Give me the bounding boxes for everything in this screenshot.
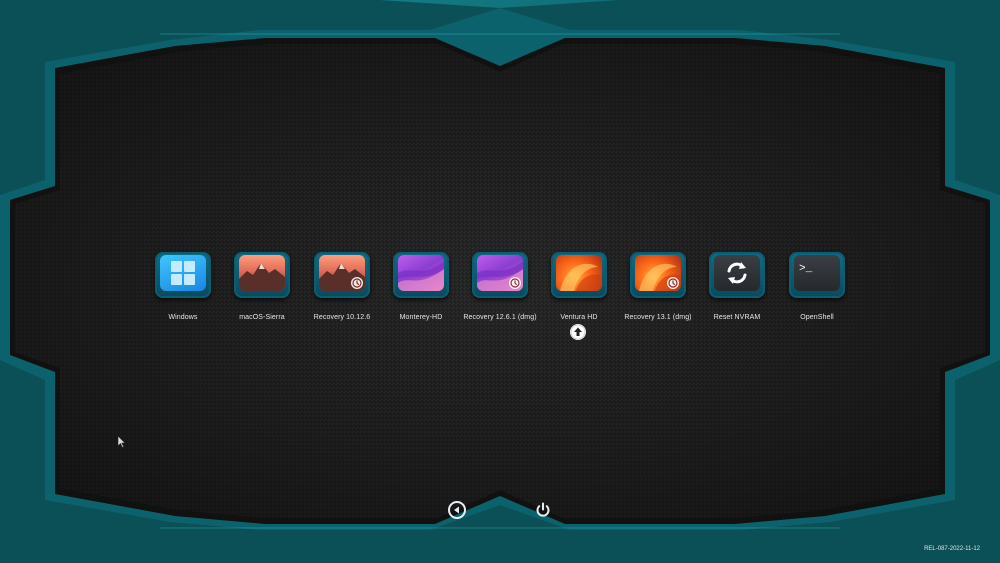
boot-entry-tile[interactable]	[393, 252, 449, 298]
mouse-cursor-icon	[118, 436, 126, 448]
boot-entry-tile[interactable]	[630, 252, 686, 298]
windows-icon	[160, 255, 206, 291]
power-icon	[536, 502, 550, 517]
macos-ventura-recovery-icon	[635, 255, 681, 291]
terminal-icon: >_	[794, 255, 840, 291]
macos-ventura-icon	[556, 255, 602, 291]
boot-entry[interactable]: >_ OpenShell	[777, 252, 857, 332]
recovery-badge-icon	[509, 277, 521, 289]
boot-entry-tile[interactable]	[472, 252, 528, 298]
macos-monterey-recovery-icon	[477, 255, 523, 291]
back-button[interactable]	[448, 501, 466, 519]
macos-sierra-icon	[239, 255, 285, 291]
boot-entry-tile[interactable]	[314, 252, 370, 298]
macos-sierra-recovery-icon	[319, 255, 365, 291]
shutdown-button[interactable]	[534, 501, 552, 519]
svg-text:>_: >_	[799, 263, 813, 275]
back-arrow-icon	[454, 506, 459, 514]
boot-entry-tile[interactable]	[709, 252, 765, 298]
reset-nvram-icon	[714, 255, 760, 291]
boot-entry-tile[interactable]	[234, 252, 290, 298]
version-label: REL-087-2022-11-12	[924, 546, 980, 552]
boot-entry-label: OpenShell	[800, 314, 834, 321]
recovery-badge-icon	[351, 277, 363, 289]
boot-entry-tile[interactable]	[551, 252, 607, 298]
boot-entries: Windows macOS-Sierra Recovery 10.12.6 Monte…	[0, 252, 1000, 340]
macos-monterey-icon	[398, 255, 444, 291]
boot-entry-tile[interactable]	[155, 252, 211, 298]
default-entry-indicator-icon	[570, 324, 586, 340]
recovery-badge-icon	[667, 277, 679, 289]
boot-entry-tile[interactable]: >_	[789, 252, 845, 298]
